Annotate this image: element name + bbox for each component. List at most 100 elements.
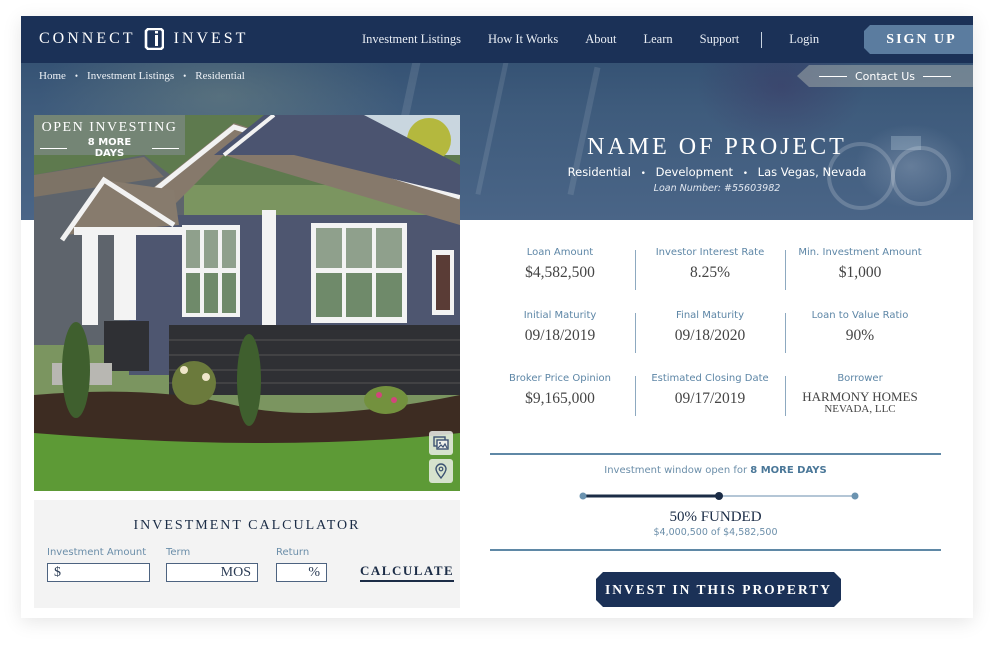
decorative-line bbox=[818, 75, 847, 77]
term-input[interactable]: MOS bbox=[166, 563, 258, 582]
gallery-icon bbox=[433, 436, 449, 450]
brand-name-right: INVEST bbox=[173, 30, 249, 47]
currency-prefix: $ bbox=[54, 564, 61, 580]
loan-stats-grid: Loan Amount $4,582,500 Investor Interest… bbox=[485, 247, 935, 436]
stat-final-maturity: Final Maturity 09/18/2020 bbox=[635, 310, 785, 373]
page-frame: CONNECT INVEST Investment Listings How I… bbox=[21, 16, 973, 618]
decorative-line bbox=[40, 147, 67, 149]
calculate-button[interactable]: CALCULATE bbox=[360, 563, 455, 582]
investment-calculator: INVESTMENT CALCULATOR Investment Amount … bbox=[34, 500, 460, 608]
stat-value: 09/17/2019 bbox=[674, 390, 746, 407]
stat-borrower: Borrower HARMONY HOMES NEVADA, LLC bbox=[785, 373, 935, 436]
brand-name-left: CONNECT bbox=[39, 30, 136, 47]
project-tag-type: Residential bbox=[567, 165, 631, 179]
map-location-button[interactable] bbox=[429, 459, 453, 483]
investment-window-text: Investment window open for 8 MORE DAYS bbox=[490, 465, 941, 476]
loan-number: Loan Number: #55603982 bbox=[653, 183, 781, 194]
return-label: Return bbox=[276, 547, 310, 558]
calculator-title: INVESTMENT CALCULATOR bbox=[133, 518, 361, 533]
borrower-name: HARMONY HOMES bbox=[802, 389, 918, 404]
stat-value: 8.25% bbox=[689, 264, 731, 281]
progress-current-dot bbox=[715, 492, 723, 500]
logo-mark-icon bbox=[144, 28, 164, 50]
stat-loan-amount: Loan Amount $4,582,500 bbox=[485, 247, 635, 310]
project-tags: Residential • Development • Las Vegas, N… bbox=[461, 165, 973, 179]
stat-label: Initial Maturity bbox=[523, 310, 597, 321]
stat-ltv-ratio: Loan to Value Ratio 90% bbox=[785, 310, 935, 373]
nav-link-learn[interactable]: Learn bbox=[644, 32, 673, 47]
divider-top bbox=[490, 453, 941, 455]
nav-link-about[interactable]: About bbox=[585, 32, 616, 47]
decorative-line bbox=[923, 75, 952, 77]
decorative-line bbox=[152, 147, 179, 149]
term-label: Term bbox=[166, 547, 191, 558]
house-illustration bbox=[34, 115, 460, 491]
progress-end-dot bbox=[851, 492, 859, 500]
window-days: 8 MORE DAYS bbox=[750, 465, 827, 476]
funding-progress-bar bbox=[579, 492, 859, 500]
stat-label: Loan Amount bbox=[526, 247, 594, 258]
stat-label: Loan to Value Ratio bbox=[811, 310, 909, 321]
open-investing-title: OPEN INVESTING bbox=[41, 120, 178, 135]
progress-start-dot bbox=[579, 492, 587, 500]
stat-estimated-closing: Estimated Closing Date 09/17/2019 bbox=[635, 373, 785, 436]
breadcrumb-separator: • bbox=[183, 71, 187, 81]
stat-value: HARMONY HOMES NEVADA, LLC bbox=[785, 389, 935, 415]
nav-link-support[interactable]: Support bbox=[700, 32, 740, 47]
stat-label: Final Maturity bbox=[676, 310, 744, 321]
stat-label: Borrower bbox=[837, 373, 883, 384]
project-name: NAME OF PROJECT bbox=[587, 134, 847, 160]
investment-amount-label: Investment Amount bbox=[47, 547, 147, 558]
nav-divider bbox=[761, 31, 763, 48]
top-navigation: CONNECT INVEST Investment Listings How I… bbox=[21, 16, 973, 63]
stats-row: Broker Price Opinion $9,165,000 Estimate… bbox=[485, 373, 935, 436]
brand-logo[interactable]: CONNECT INVEST bbox=[39, 27, 248, 51]
breadcrumb-residential[interactable]: Residential bbox=[195, 70, 245, 82]
stat-label: Estimated Closing Date bbox=[651, 373, 769, 384]
divider-bottom bbox=[490, 549, 941, 551]
contact-us-tab[interactable]: Contact Us bbox=[797, 65, 973, 87]
stat-interest-rate: Investor Interest Rate 8.25% bbox=[635, 247, 785, 310]
contact-us-label: Contact Us bbox=[854, 69, 916, 83]
map-pin-icon bbox=[435, 463, 447, 479]
login-link[interactable]: Login bbox=[789, 32, 819, 47]
breadcrumb-home[interactable]: Home bbox=[39, 70, 66, 82]
investment-amount-input[interactable]: $ bbox=[47, 563, 150, 582]
return-input[interactable]: % bbox=[276, 563, 327, 582]
invest-in-property-button[interactable]: INVEST IN THIS PROPERTY bbox=[596, 572, 841, 607]
property-photo[interactable]: OPEN INVESTING 8 MORE DAYS bbox=[34, 115, 460, 491]
open-investing-days: 8 MORE DAYS bbox=[34, 137, 185, 159]
open-investing-days-text: 8 MORE DAYS bbox=[87, 137, 132, 159]
sign-up-button[interactable]: SIGN UP bbox=[864, 25, 973, 54]
stat-value: 09/18/2020 bbox=[674, 327, 746, 344]
gallery-button[interactable] bbox=[429, 431, 453, 455]
project-header: NAME OF PROJECT Residential • Developmen… bbox=[461, 134, 973, 194]
funded-percent: 50% FUNDED bbox=[669, 509, 762, 525]
breadcrumb: Home • Investment Listings • Residential bbox=[39, 70, 245, 82]
tag-separator: • bbox=[640, 169, 646, 179]
stat-value: $9,165,000 bbox=[525, 390, 595, 407]
stat-min-investment: Min. Investment Amount $1,000 bbox=[785, 247, 935, 310]
funded-amount: $4,000,500 of $4,582,500 bbox=[653, 527, 778, 538]
term-suffix: MOS bbox=[220, 564, 251, 580]
stat-label: Min. Investment Amount bbox=[798, 247, 922, 258]
nav-link-how-it-works[interactable]: How It Works bbox=[488, 32, 558, 47]
open-investing-badge: OPEN INVESTING 8 MORE DAYS bbox=[34, 115, 185, 159]
funded-summary: 50% FUNDED $4,000,500 of $4,582,500 bbox=[490, 509, 941, 538]
stats-row: Loan Amount $4,582,500 Investor Interest… bbox=[485, 247, 935, 310]
breadcrumb-separator: • bbox=[74, 71, 79, 81]
breadcrumb-investment-listings[interactable]: Investment Listings bbox=[87, 70, 174, 82]
stat-broker-price-opinion: Broker Price Opinion $9,165,000 bbox=[485, 373, 635, 436]
stat-value: $1,000 bbox=[838, 264, 882, 281]
tag-separator: • bbox=[742, 169, 749, 179]
borrower-name-line2: NEVADA, LLC bbox=[824, 403, 896, 415]
stat-value: 90% bbox=[845, 327, 875, 344]
stat-label: Investor Interest Rate bbox=[655, 247, 765, 258]
stat-value: $4,582,500 bbox=[525, 264, 595, 281]
stat-label: Broker Price Opinion bbox=[509, 373, 611, 384]
window-prefix: Investment window open for bbox=[604, 465, 751, 476]
project-tag-category: Development bbox=[655, 165, 734, 179]
percent-suffix: % bbox=[308, 564, 320, 580]
nav-links: Investment Listings How It Works About L… bbox=[362, 16, 846, 63]
nav-link-investment-listings[interactable]: Investment Listings bbox=[362, 32, 461, 47]
